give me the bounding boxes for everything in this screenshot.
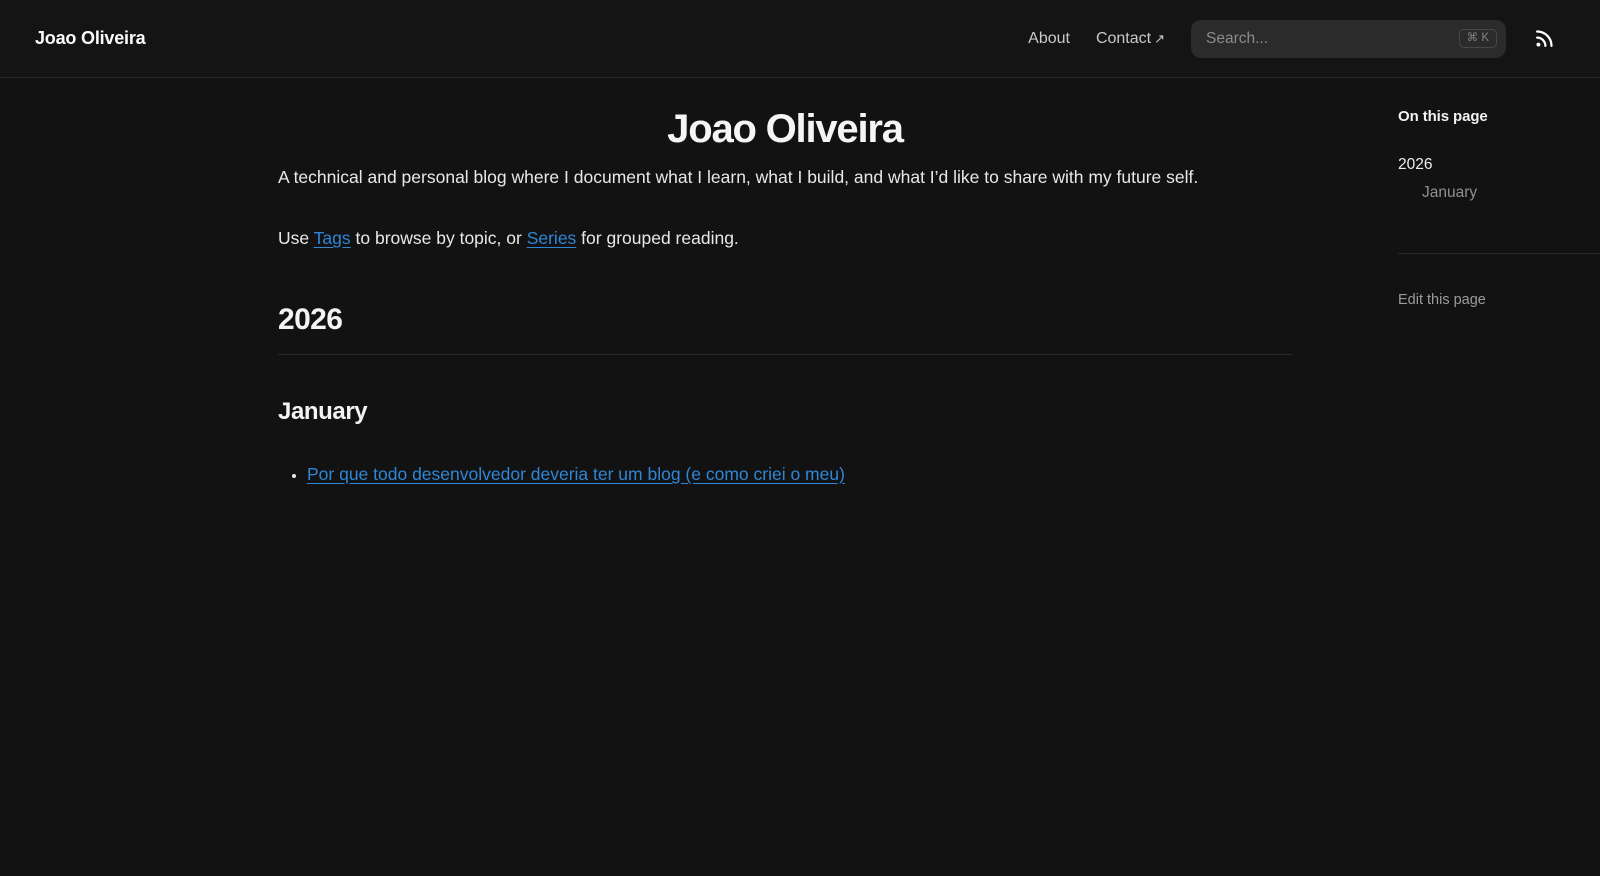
browse-text-2: to browse by topic, or (350, 228, 527, 248)
toc-item-january[interactable]: January (1398, 179, 1570, 207)
browse-text-1: Use (278, 228, 314, 248)
toc-title: On this page (1398, 108, 1488, 125)
search-shortcut-kbd: ⌘ K (1458, 28, 1497, 49)
nav-link-contact-label: Contact (1095, 29, 1152, 47)
toc-item-2026[interactable]: 2026 (1398, 151, 1570, 179)
post-link[interactable]: Por que todo desenvolvedor deveria ter u… (307, 464, 845, 484)
year-heading: 2026 (278, 302, 1292, 355)
browse-paragraph: Use Tags to browse by topic, or Series f… (278, 221, 1292, 255)
rss-icon (1536, 29, 1553, 47)
search-input[interactable] (1206, 29, 1459, 48)
search-box[interactable]: ⌘ K (1191, 19, 1506, 58)
nav-link-contact[interactable]: Contact ↗ (1096, 30, 1165, 48)
browse-text-3: for grouped reading. (576, 228, 739, 248)
external-link-icon: ↗ (1154, 30, 1165, 46)
navbar-right: About Contact↗ ⌘ K (1028, 19, 1555, 58)
edit-this-page-link[interactable]: Edit this page (1398, 292, 1486, 308)
month-heading: January (278, 398, 368, 425)
post-list-item: Por que todo desenvolvedor deveria ter u… (307, 459, 1292, 489)
intro-paragraph: A technical and personal blog where I do… (278, 167, 1199, 187)
nav-link-about[interactable]: About (1028, 30, 1070, 48)
tags-link[interactable]: Tags (314, 228, 351, 248)
series-link[interactable]: Series (527, 228, 577, 248)
main-content: Joao Oliveira A technical and personal b… (278, 78, 1292, 489)
post-list: Por que todo desenvolvedor deveria ter u… (278, 459, 1292, 489)
toc-sidebar: On this page 2026 January Edit this page (1398, 78, 1600, 489)
rss-link[interactable] (1533, 28, 1555, 50)
navbar: Joao Oliveira About Contact↗ ⌘ K (0, 0, 1600, 78)
left-gutter (0, 78, 278, 489)
page-body: Joao Oliveira A technical and personal b… (0, 78, 1600, 489)
site-logo[interactable]: Joao Oliveira (35, 28, 146, 49)
toc-divider (1398, 253, 1600, 254)
toc-list: 2026 January (1398, 151, 1570, 207)
page-title: Joao Oliveira (667, 107, 904, 151)
